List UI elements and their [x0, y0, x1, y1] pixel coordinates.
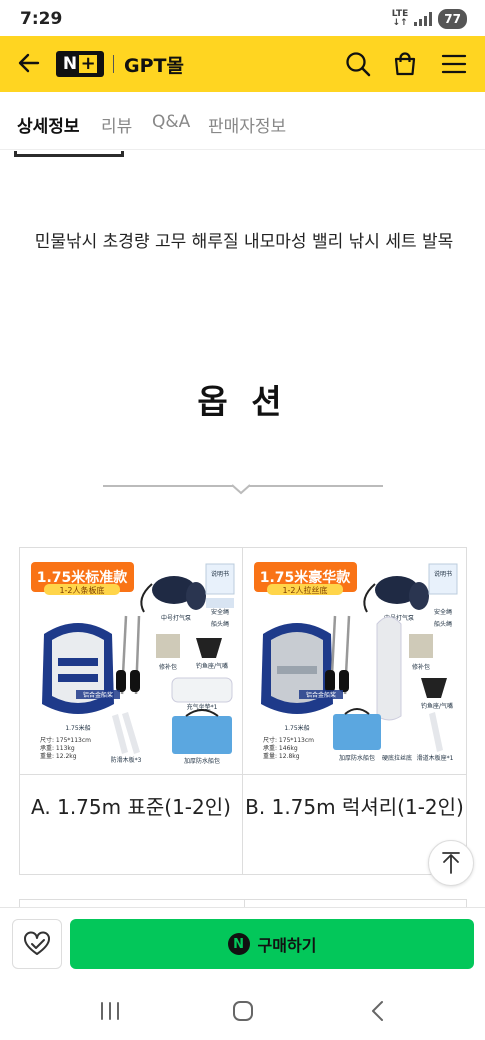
- label-rope: 安全绳: [434, 608, 452, 616]
- signal-icon: [414, 12, 433, 26]
- shopping-bag-icon[interactable]: [391, 50, 419, 78]
- label-seat: 钓鱼座/气嘴: [196, 662, 228, 670]
- product-detail-content[interactable]: 민물낚시 초경량 고무 해루질 내모마성 밸리 낚시 세트 발목 옵 션 1.7…: [0, 151, 485, 910]
- arrow-up-icon: [442, 852, 460, 874]
- wishlist-button[interactable]: [12, 919, 62, 969]
- banner-graphic: [14, 151, 124, 157]
- recent-apps-icon[interactable]: [96, 999, 124, 1023]
- label-manual: 说明书: [211, 570, 229, 578]
- label-boards: 防滑木板*3: [111, 756, 142, 764]
- label-oars: 铝合金船桨: [83, 691, 113, 699]
- app-header: N + GPT몰: [0, 36, 485, 92]
- spec-load: 承重: 146kg: [263, 744, 298, 752]
- label-bow-rope: 船头绳: [211, 620, 229, 628]
- boat-product-image: 1.75米标准款 1-2人条板底 说明书 安全绳 船头绳 中号打气泵 修补包 钓…: [26, 554, 238, 768]
- label-bow-rope: 船头绳: [434, 620, 452, 628]
- buy-button-label: 구매하기: [257, 936, 317, 955]
- option-heading: 옵 션: [197, 382, 288, 421]
- plus-icon: +: [79, 53, 98, 74]
- cut-off-banner: [0, 151, 485, 165]
- label-repair: 修补包: [412, 663, 430, 671]
- status-bar: 7:29 LTE ↓↑ 77: [0, 0, 485, 36]
- image-subtitle: 1-2人条板底: [59, 585, 104, 595]
- scroll-to-top-button[interactable]: [428, 840, 474, 886]
- home-icon[interactable]: [229, 999, 257, 1023]
- option-image-a: 1.75米标准款 1-2人条板底 说明书 安全绳 船头绳 中号打气泵 修补包 钓…: [26, 554, 238, 768]
- label-pump: 中号打气泵: [161, 614, 191, 622]
- menu-icon[interactable]: [440, 50, 468, 78]
- tab-seller-info[interactable]: 판매자정보: [208, 112, 286, 137]
- label-bag: 加厚防水船包: [184, 757, 220, 765]
- spec-weight: 重量: 12.2kg: [40, 752, 77, 760]
- label-oars: 铝合金船桨: [306, 691, 336, 699]
- back-nav-icon[interactable]: [364, 999, 392, 1023]
- option-image-b: 1.75米豪华款 1-2人拉丝底 说明书 安全绳 船头绳 中号打气泵 修补包 钓…: [249, 554, 461, 768]
- search-icon[interactable]: [344, 50, 372, 78]
- image-title: 1.75米标准款: [37, 569, 129, 586]
- label-slide-board: 滑道木板座*1: [417, 754, 454, 762]
- logo-text: N: [62, 54, 78, 74]
- label-boat: 1.75米船: [65, 724, 90, 732]
- option-card-a[interactable]: 1.75米标准款 1-2人条板底 说明书 安全绳 船头绳 中号打气泵 修补包 钓…: [20, 548, 243, 874]
- heart-check-icon: [24, 931, 50, 955]
- buy-button[interactable]: N 구매하기: [70, 919, 474, 969]
- status-time: 7:29: [20, 9, 63, 29]
- label-manual: 说明书: [434, 570, 452, 578]
- option-card-b[interactable]: 1.75米豪华款 1-2人拉丝底 说明书 安全绳 船头绳 中号打气泵 修补包 钓…: [243, 548, 466, 874]
- spec-size: 尺寸: 175*113cm: [40, 736, 91, 744]
- label-hard-floor: 硬底拉丝底: [382, 754, 412, 762]
- store-brand[interactable]: GPT몰: [124, 51, 184, 78]
- product-title: 민물낚시 초경량 고무 해루질 내모마성 밸리 낚시 세트 발목: [34, 232, 454, 252]
- system-nav-bar: [0, 982, 485, 1040]
- naver-pay-icon: N: [227, 933, 250, 955]
- option-label-a[interactable]: A. 1.75m 표준(1-2인): [20, 774, 242, 874]
- back-arrow-icon[interactable]: [16, 50, 42, 76]
- spec-weight: 重量: 12.8kg: [263, 752, 300, 760]
- tab-details[interactable]: 상세정보: [17, 112, 80, 137]
- label-seat: 钓鱼座/气嘴: [421, 702, 453, 710]
- status-icons: LTE ↓↑ 77: [392, 9, 467, 29]
- tab-qna[interactable]: Q&A: [152, 112, 190, 132]
- image-subtitle: 1-2人拉丝底: [282, 585, 327, 595]
- purchase-bar: N 구매하기: [0, 907, 485, 977]
- chevron-down-icon: [232, 484, 250, 495]
- detail-tabs: 상세정보 리뷰 Q&A 판매자정보: [0, 92, 485, 150]
- label-repair: 修补包: [159, 663, 177, 671]
- battery-icon: 77: [438, 9, 467, 29]
- network-type: LTE: [391, 9, 409, 19]
- spec-load: 承重: 113kg: [40, 744, 75, 752]
- boat-product-image: 1.75米豪华款 1-2人拉丝底 说明书 安全绳 船头绳 中号打气泵 修补包 钓…: [249, 554, 461, 768]
- label-rope: 安全绳: [211, 608, 229, 616]
- label-boat: 1.75米船: [284, 724, 309, 732]
- options-grid: 1.75米标准款 1-2人条板底 说明书 安全绳 船头绳 中号打气泵 修补包 钓…: [19, 547, 467, 875]
- naver-plus-logo[interactable]: N +: [56, 51, 104, 77]
- spec-size: 尺寸: 175*113cm: [263, 736, 314, 744]
- tab-reviews[interactable]: 리뷰: [101, 112, 132, 137]
- lte-icon: LTE ↓↑: [391, 9, 409, 28]
- label-bag: 加厚防水船包: [339, 754, 375, 762]
- image-title: 1.75米豪华款: [260, 569, 352, 586]
- header-divider: [113, 55, 114, 73]
